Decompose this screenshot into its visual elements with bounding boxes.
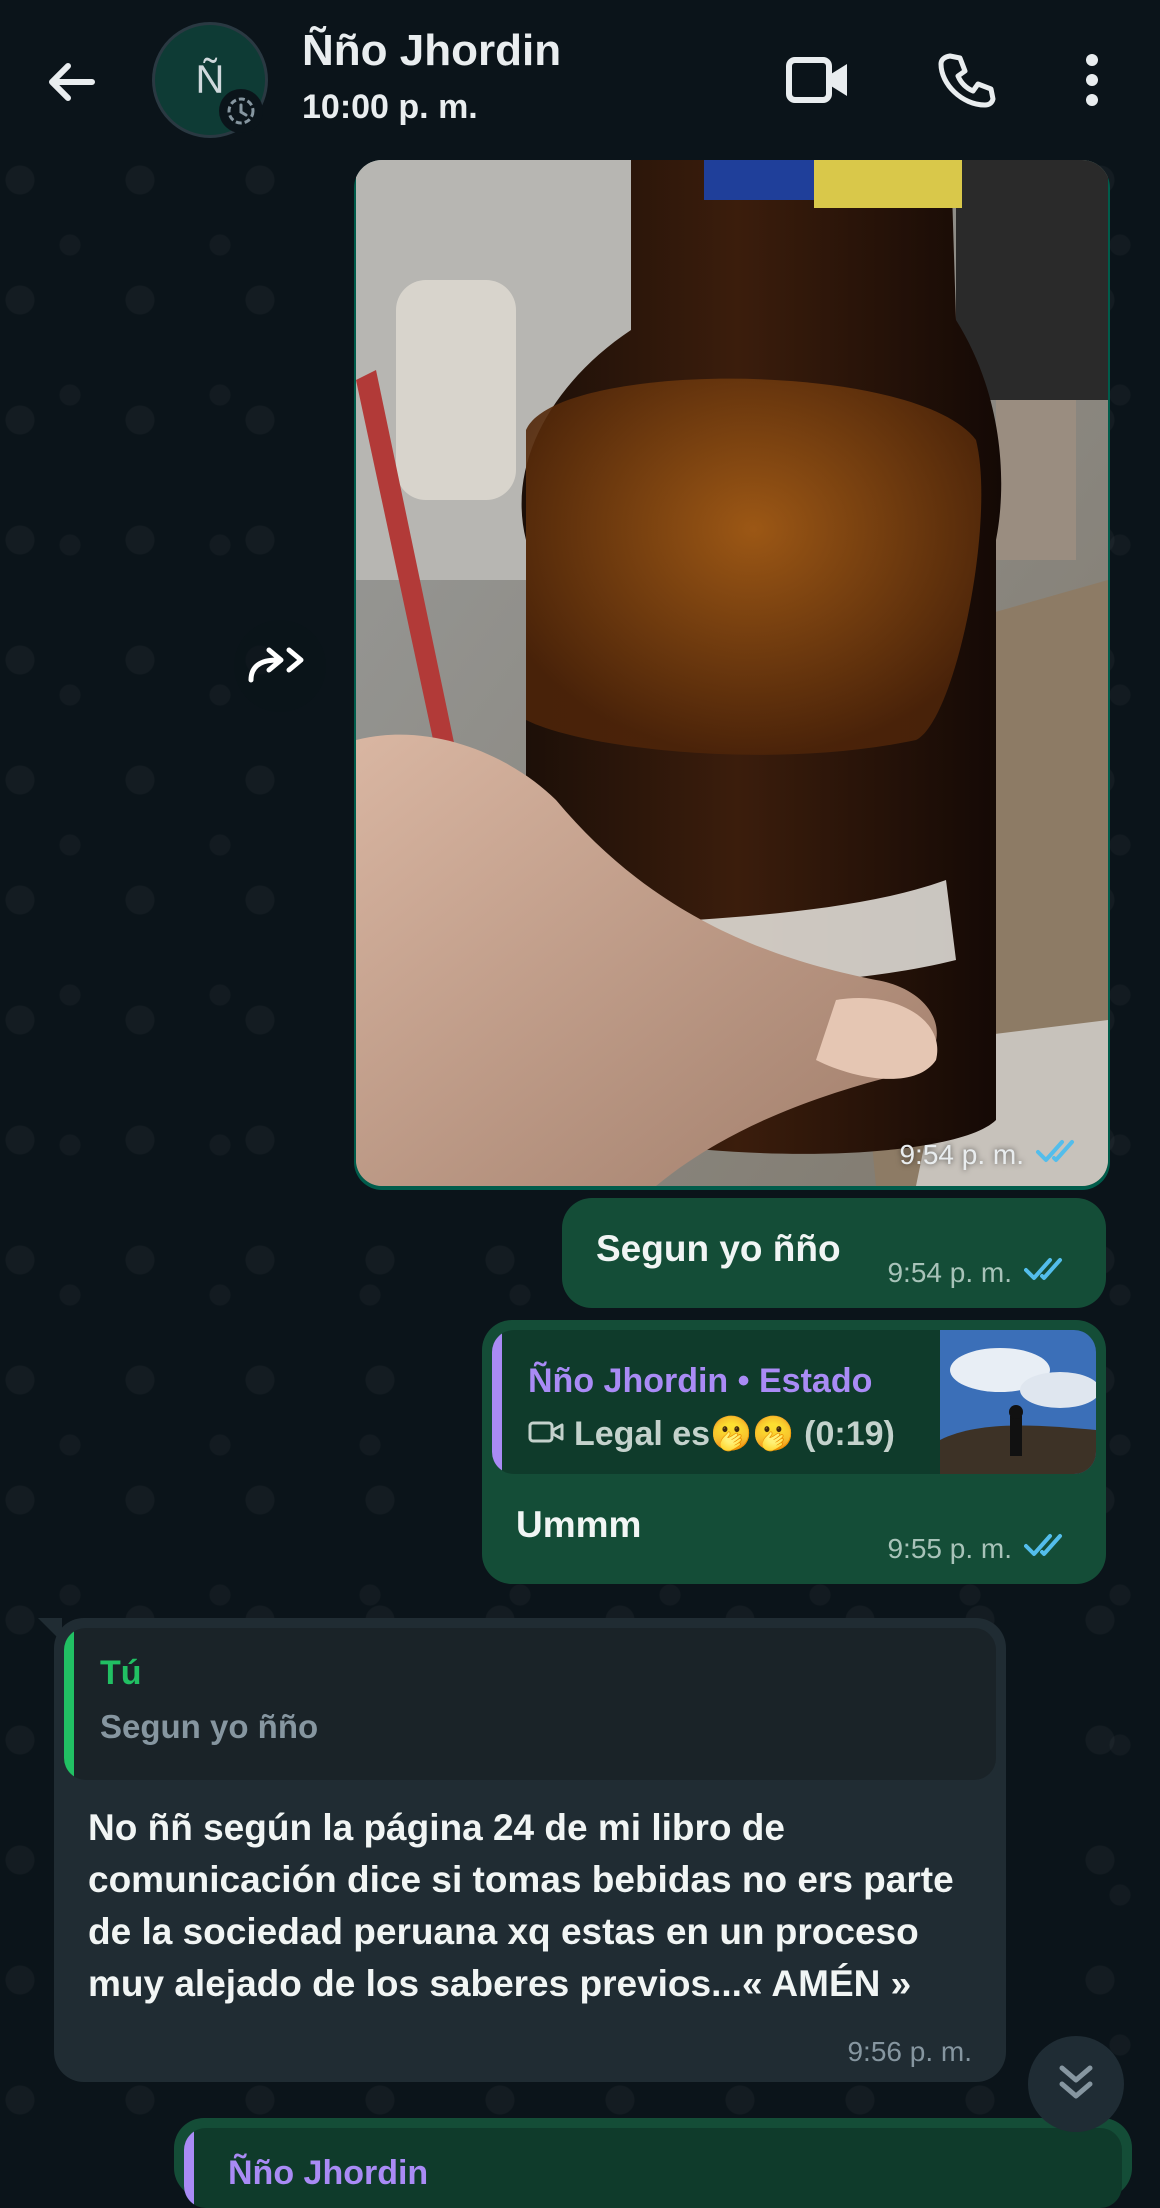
quoted-text: Segun yo ñño	[100, 1708, 319, 1745]
message-meta: 9:54 p. m.	[899, 1137, 1084, 1172]
read-ticks-icon	[1024, 1531, 1072, 1566]
image-message[interactable]: 9:54 p. m.	[354, 160, 1110, 1190]
message-time: 9:54 p. m.	[887, 1256, 1012, 1288]
status-ring-icon	[219, 89, 263, 133]
voice-call-icon[interactable]	[930, 44, 1002, 116]
bubble-tail	[38, 1618, 62, 1642]
quote-bar	[184, 2128, 194, 2208]
quote-bar	[64, 1628, 74, 1780]
message-time: 9:55 p. m.	[887, 1532, 1012, 1564]
read-ticks-icon	[1036, 1137, 1084, 1172]
status-thumbnail	[940, 1330, 1096, 1474]
scroll-to-bottom-button[interactable]	[1028, 2036, 1124, 2132]
message-meta: 9:56 p. m.	[847, 2036, 972, 2068]
video-call-icon[interactable]	[782, 44, 854, 116]
back-arrow-icon[interactable]	[40, 50, 104, 114]
read-ticks-icon	[1024, 1255, 1072, 1290]
double-chevron-down-icon	[1054, 2060, 1098, 2109]
message-meta: 9:55 p. m.	[887, 1531, 1072, 1566]
incoming-reply-message[interactable]: Tú Segun yo ñño No ññ según la página 24…	[38, 1618, 1006, 2082]
avatar-initial: Ñ	[195, 57, 225, 102]
contact-name[interactable]: Ñño Jhordin	[302, 26, 561, 76]
avatar[interactable]: Ñ	[152, 22, 268, 138]
outgoing-reply-message-partial[interactable]: Ñño Jhordin	[174, 2118, 1132, 2208]
quoted-status[interactable]: Ñño Jhordin • Estado Legal es🫢🫢 (0:19)	[492, 1330, 1096, 1474]
quoted-name: Ñño Jhordin • Estado	[528, 1362, 873, 1400]
message-time: 9:56 p. m.	[847, 2036, 972, 2067]
message-meta: 9:54 p. m.	[887, 1255, 1072, 1290]
video-icon	[528, 1415, 564, 1454]
forward-icon[interactable]	[234, 620, 326, 712]
quoted-name: Tú	[100, 1654, 142, 1692]
photo-beer-bottle[interactable]	[356, 160, 1108, 1186]
outgoing-message[interactable]: Segun yo ñño 9:54 p. m.	[562, 1198, 1106, 1308]
quoted-name: Ñño Jhordin	[228, 2154, 429, 2192]
chat-header: Ñ Ñño Jhordin 10:00 p. m.	[0, 0, 1160, 160]
quoted-content: Legal es🫢🫢 (0:19)	[528, 1414, 895, 1454]
outgoing-reply-message[interactable]: Ñño Jhordin • Estado Legal es🫢🫢 (0:19) U…	[482, 1320, 1106, 1584]
more-options-icon[interactable]	[1056, 44, 1128, 116]
message-text: Segun yo ñño	[596, 1228, 841, 1269]
quote-bar	[492, 1330, 502, 1474]
message-text: No ññ según la página 24 de mi libro de …	[88, 1807, 954, 2004]
message-text: Ummm	[516, 1504, 642, 1545]
contact-last-seen: 10:00 p. m.	[302, 88, 478, 126]
quoted-status[interactable]: Ñño Jhordin	[184, 2128, 1122, 2208]
quoted-text: Legal es🫢🫢 (0:19)	[574, 1415, 895, 1453]
quoted-message[interactable]: Tú Segun yo ñño	[64, 1628, 996, 1780]
message-time: 9:54 p. m.	[899, 1138, 1024, 1170]
